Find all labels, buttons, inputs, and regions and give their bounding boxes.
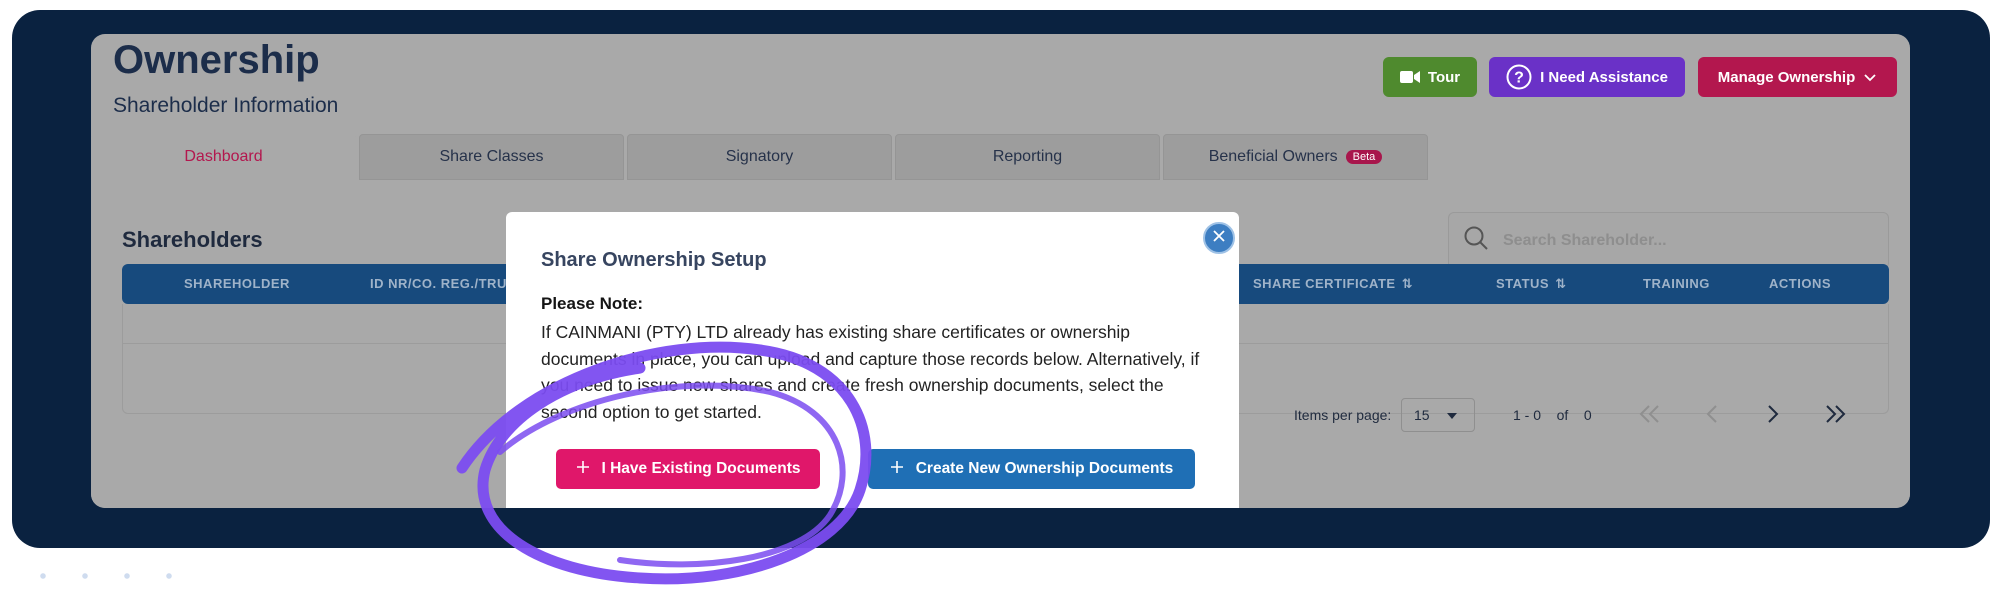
- tab-share-classes[interactable]: Share Classes: [359, 134, 624, 180]
- tab-bar: Dashboard Share Classes Signatory Report…: [91, 134, 1910, 180]
- modal-title: Share Ownership Setup: [541, 249, 767, 271]
- tab-reporting[interactable]: Reporting: [895, 134, 1160, 180]
- chevron-left-icon: [1705, 399, 1719, 431]
- col-shareholder[interactable]: SHAREHOLDER: [184, 264, 290, 304]
- tab-label: Share Classes: [439, 148, 544, 165]
- col-id-nr[interactable]: ID NR/CO. REG./TRUS: [370, 264, 516, 304]
- plus-icon: [576, 460, 590, 479]
- last-page-button[interactable]: [1818, 398, 1852, 432]
- question-circle-icon: ?: [1506, 64, 1532, 90]
- assistance-label: I Need Assistance: [1540, 68, 1668, 86]
- video-camera-icon: [1399, 70, 1420, 84]
- share-ownership-setup-modal: Share Ownership Setup Please Note: If CA…: [506, 212, 1239, 508]
- page-title: Ownership: [113, 38, 320, 82]
- range-of: of: [1556, 407, 1569, 423]
- chevron-right-icon: [1766, 399, 1780, 431]
- existing-documents-button[interactable]: I Have Existing Documents: [556, 449, 820, 489]
- col-share-certificate[interactable]: SHARE CERTIFICATE ⇅: [1253, 264, 1413, 304]
- assistance-button[interactable]: ? I Need Assistance: [1489, 57, 1685, 97]
- col-actions: ACTIONS: [1769, 276, 1831, 291]
- col-status[interactable]: STATUS ⇅: [1496, 264, 1566, 304]
- search-box: [1448, 212, 1889, 269]
- next-page-button[interactable]: [1756, 398, 1790, 432]
- shareholders-heading: Shareholders: [122, 227, 263, 252]
- tab-label: Reporting: [992, 148, 1063, 165]
- search-icon: [1463, 225, 1489, 256]
- items-per-page-value: 15: [1414, 407, 1430, 423]
- close-button[interactable]: [1203, 222, 1235, 254]
- double-chevron-right-icon: [1823, 399, 1847, 431]
- page-subtitle: Shareholder Information: [113, 94, 339, 117]
- create-new-documents-label: Create New Ownership Documents: [915, 460, 1174, 477]
- sort-arrows-icon[interactable]: ⇅: [1402, 276, 1413, 291]
- items-per-page-select[interactable]: 15: [1401, 398, 1475, 432]
- modal-note-label: Please Note:: [541, 294, 644, 313]
- double-chevron-left-icon: [1638, 399, 1662, 431]
- existing-documents-label: I Have Existing Documents: [601, 460, 801, 477]
- close-icon: [1212, 229, 1226, 248]
- range-value: 1 - 0: [1513, 407, 1542, 423]
- svg-text:?: ?: [1514, 70, 1524, 87]
- tour-label: Tour: [1427, 68, 1461, 86]
- items-per-page-label: Items per page:: [1294, 407, 1392, 423]
- tab-label: Signatory: [725, 148, 794, 165]
- tour-button[interactable]: Tour: [1383, 57, 1477, 97]
- manage-ownership-label: Manage Ownership: [1717, 68, 1856, 86]
- col-share-certificate-label: SHARE CERTIFICATE: [1253, 276, 1396, 291]
- create-new-documents-button[interactable]: Create New Ownership Documents: [868, 449, 1195, 489]
- search-input[interactable]: [1503, 231, 1863, 250]
- tab-dashboard[interactable]: Dashboard: [91, 134, 356, 180]
- decorative-dots: [22, 555, 172, 600]
- prev-page-button[interactable]: [1695, 398, 1729, 432]
- col-training: TRAINING: [1643, 276, 1710, 291]
- tab-label: Dashboard: [184, 148, 263, 165]
- modal-body-text: If CAINMANI (PTY) LTD already has existi…: [541, 322, 1200, 422]
- caret-down-icon: [1446, 407, 1458, 423]
- tab-beneficial-owners[interactable]: Beneficial Owners Beta: [1163, 134, 1428, 180]
- range-total: 0: [1583, 407, 1592, 423]
- tab-label: Beneficial Owners: [1208, 148, 1338, 165]
- col-status-label: STATUS: [1496, 276, 1550, 291]
- chevron-down-icon: [1863, 72, 1877, 82]
- sort-arrows-icon[interactable]: ⇅: [1555, 276, 1566, 291]
- tab-signatory[interactable]: Signatory: [627, 134, 892, 180]
- plus-icon: [890, 460, 904, 479]
- first-page-button[interactable]: [1633, 398, 1667, 432]
- page-range: 1 - 0 of 0: [1513, 398, 1592, 432]
- beta-badge: Beta: [1345, 150, 1383, 164]
- manage-ownership-button[interactable]: Manage Ownership: [1698, 57, 1897, 97]
